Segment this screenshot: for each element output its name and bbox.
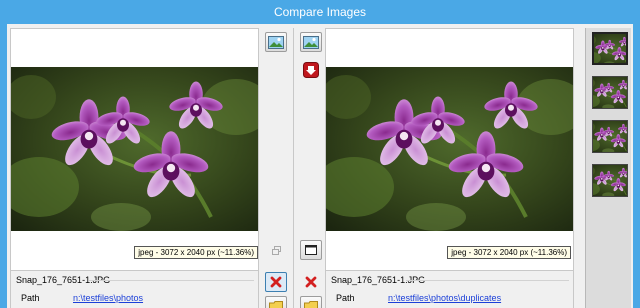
title-bar: Compare Images: [0, 0, 640, 24]
left-path-label: Path: [21, 293, 40, 303]
left-restore-button[interactable]: [265, 240, 287, 260]
right-photo: [326, 67, 573, 231]
right-path-label: Path: [336, 293, 355, 303]
image-view-icon: [268, 35, 284, 49]
left-image-view-button[interactable]: [265, 32, 287, 52]
left-delete-button[interactable]: [265, 272, 287, 292]
center-divider[interactable]: [293, 28, 294, 308]
right-image-view-button[interactable]: [300, 32, 322, 52]
next-down-button[interactable]: [300, 60, 322, 80]
thumbnail-4[interactable]: [592, 164, 628, 197]
right-folder-button[interactable]: [300, 296, 322, 308]
left-path-link[interactable]: n:\testfiles\photos: [73, 293, 143, 303]
right-image-info: jpeg - 3072 x 2040 px (~11.36%): [447, 246, 571, 259]
next-down-icon: [303, 62, 319, 78]
fit-window-button[interactable]: [300, 240, 322, 260]
delete-icon: [270, 276, 282, 288]
left-image-pane[interactable]: jpeg - 3072 x 2040 px (~11.36%): [10, 28, 259, 290]
delete-icon: [305, 276, 317, 288]
image-view-icon: [303, 35, 319, 49]
thumbnail-strip: [585, 28, 631, 308]
thumbnail-3[interactable]: [592, 120, 628, 153]
compare-window-body: jpeg - 3072 x 2040 px (~11.36%) jpeg - 3…: [7, 24, 633, 308]
left-folder-button[interactable]: [265, 296, 287, 308]
right-toolbar: [297, 28, 325, 308]
thumbnail-1[interactable]: [592, 32, 628, 65]
folder-icon: [269, 301, 283, 308]
left-toolbar: [262, 28, 290, 308]
right-image-pane[interactable]: jpeg - 3072 x 2040 px (~11.36%): [325, 28, 574, 290]
left-photo: [11, 67, 258, 231]
right-path-link[interactable]: n:\testfiles\photos\duplicates: [388, 293, 501, 303]
fit-window-icon: [305, 245, 317, 255]
left-file-info: Snap_176_7651-1.JPG Path n:\testfiles\ph…: [10, 270, 259, 308]
right-delete-button[interactable]: [300, 272, 322, 292]
folder-icon: [304, 301, 318, 308]
left-group-line: [89, 280, 254, 281]
right-file-info: Snap_176_7651-1.JPG Path n:\testfiles\ph…: [325, 270, 574, 308]
thumbnail-2[interactable]: [592, 76, 628, 109]
left-image-info: jpeg - 3072 x 2040 px (~11.36%): [134, 246, 258, 259]
right-group-line: [406, 280, 569, 281]
restore-icon: [271, 245, 281, 255]
window-title: Compare Images: [273, 5, 367, 19]
